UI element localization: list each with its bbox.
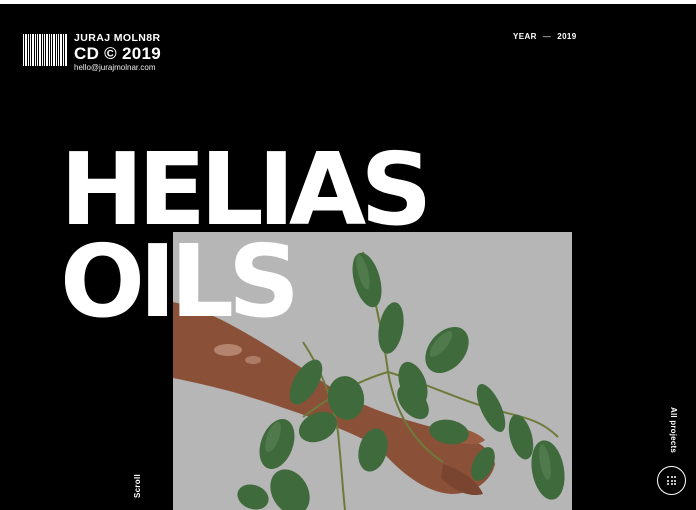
title-line-2: OILS: [60, 223, 300, 340]
brand-logo[interactable]: JURAJ MOLN8R CD © 2019 hello@jurajmolnar…: [22, 33, 161, 72]
project-title: HELIAS OILS: [60, 140, 432, 340]
all-projects-button[interactable]: [657, 466, 686, 495]
scroll-indicator[interactable]: Scroll: [133, 474, 142, 498]
year-value: 2019: [557, 32, 577, 41]
brand-copyright: CD © 2019: [74, 43, 162, 63]
year-separator: —: [542, 32, 552, 41]
year-label: YEAR: [513, 32, 537, 41]
brand-text: JURAJ MOLN8R CD © 2019 hello@jurajmolnar…: [74, 33, 161, 72]
project-year: YEAR — 2019: [513, 32, 577, 41]
barcode-icon: [22, 33, 68, 67]
grid-dots-icon: [667, 476, 676, 485]
top-strip: [0, 0, 696, 4]
all-projects-link[interactable]: All projects: [669, 407, 678, 453]
brand-email: hello@jurajmolnar.com: [74, 62, 156, 72]
brand-name: JURAJ MOLN8R: [74, 32, 161, 44]
